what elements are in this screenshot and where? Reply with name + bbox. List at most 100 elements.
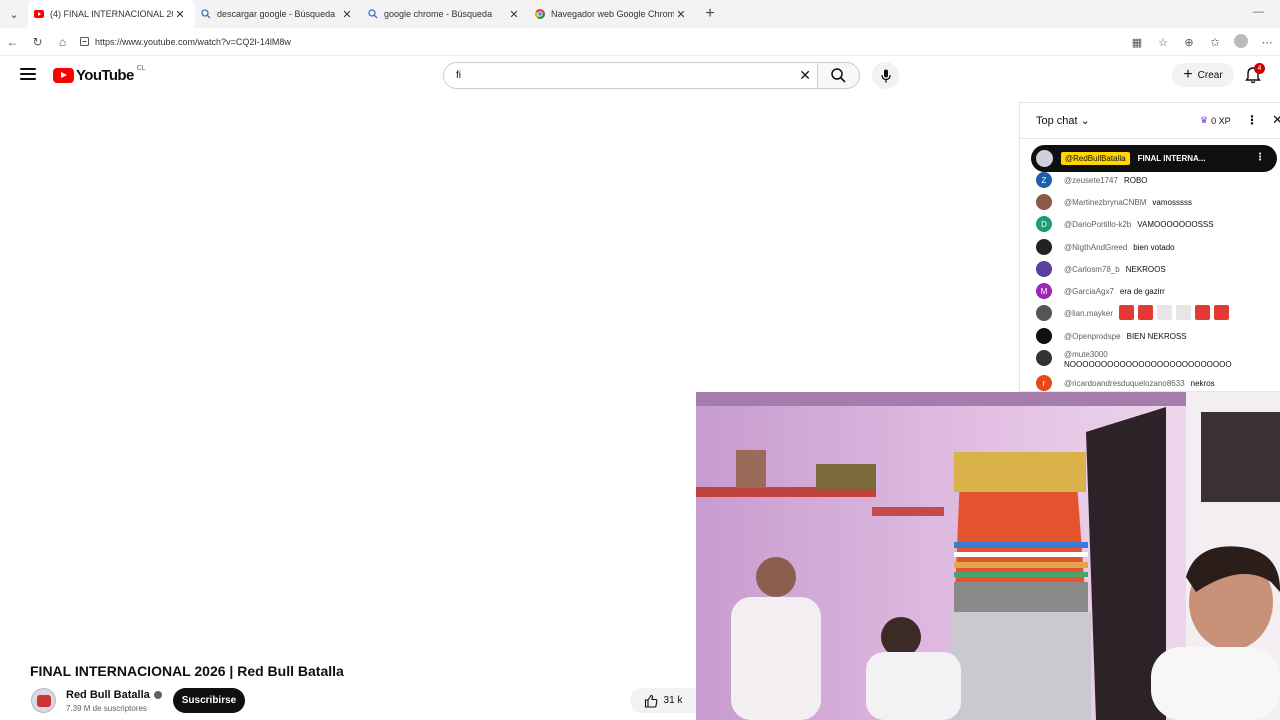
subscribe-button[interactable]: Suscribirse [173,688,245,713]
notifications-button[interactable]: 4 [1244,63,1265,86]
crown-icon: ♛ [1200,115,1209,125]
webcam-image [696,392,1280,720]
chevron-down-icon: ⌄ [1080,115,1090,127]
avatar [1036,305,1052,321]
channel-name-link[interactable]: Red Bull Batalla [66,689,162,701]
tab-title: (4) FINAL INTERNACIONAL 2026 | Red Bull … [50,9,173,19]
chat-text: vamosssss [1152,198,1192,207]
emoji-icon [1176,305,1192,320]
browser-toolbar-right: ▦ ☆ ⊕ ✩ ⋯ [1124,28,1280,56]
chat-more-icon[interactable]: ⋮ [1246,113,1258,127]
chat-message: @MartinezbrynaCNBM vamosssss [1036,194,1276,210]
chat-text: ROBO [1123,176,1148,185]
browser-tabstrip: ⌄ (4) FINAL INTERNACIONAL 2026 | Red Bul… [0,0,1280,28]
chat-mode-dropdown[interactable]: Top chat ⌄ [1036,114,1090,127]
profile-icon[interactable] [1228,33,1254,51]
chat-text: bien votado [1133,243,1175,252]
notification-badge: 4 [1254,63,1265,74]
close-tab-icon[interactable]: ✕ [173,8,187,21]
favorites-icon[interactable]: ✩ [1202,36,1228,49]
apps-icon[interactable]: ▦ [1124,36,1150,49]
avatar: M [1036,283,1052,299]
chat-text: NEKROOS [1125,265,1166,274]
extensions-icon[interactable]: ⊕ [1176,36,1202,49]
star-icon[interactable]: ☆ [1150,36,1176,49]
webcam-overlay [696,392,1280,720]
search-query: fi [456,70,461,81]
close-chat-icon[interactable]: ✕ [1272,112,1280,128]
avatar [1036,239,1052,255]
close-tab-icon[interactable]: ✕ [507,8,521,21]
voice-search-button[interactable] [872,62,899,89]
chrome-icon [535,9,545,19]
address-bar[interactable]: https://www.youtube.com/watch?v=CQ2I-14l… [80,32,1140,52]
create-label: Crear [1197,69,1223,81]
browser-tab-chrome[interactable]: Navegador web Google Chrome: l ✕ [529,0,696,28]
close-tab-icon[interactable]: ✕ [340,8,354,21]
youtube-logo[interactable]: YouTube CL [53,65,146,84]
search-icon [201,9,211,19]
avatar: Z [1036,172,1052,188]
more-menu-icon[interactable]: ⋯ [1254,36,1280,49]
search-icon [831,68,846,83]
tab-list-chevron-icon[interactable]: ⌄ [0,0,28,28]
chat-text: BIEN NEKROSS [1126,332,1187,341]
avatar [1036,194,1052,210]
channel-name: Red Bull Batalla [66,689,150,701]
new-tab-plus-icon[interactable]: + [696,5,724,23]
xp-label: 0 XP [1211,115,1231,126]
logo-text: YouTube [76,67,134,84]
chat-author: @zeusete1747 [1064,176,1118,185]
avatar [1036,328,1052,344]
emoji-icon [1195,305,1211,320]
youtube-icon [34,9,44,19]
site-info-icon[interactable] [80,36,89,48]
chat-message: D @DarioPortillo-k2b VAMOOOOOOOSSS [1036,216,1276,232]
chat-emojis [1119,305,1233,320]
chat-author: @lian.mayker [1064,309,1114,318]
video-title: FINAL INTERNACIONAL 2026 | Red Bull Bata… [30,663,344,679]
home-icon[interactable]: ⌂ [50,28,75,56]
chat-author: @ricardoandresduquelozano8633 [1064,379,1185,388]
xp-badge[interactable]: ♛ 0 XP [1200,115,1231,126]
emoji-icon [1138,305,1154,320]
url-text: https://www.youtube.com/watch?v=CQ2I-14l… [95,37,291,47]
create-button[interactable]: + Crear [1172,63,1234,87]
chat-author: @MartinezbrynaCNBM [1064,198,1147,207]
reload-icon[interactable]: ↻ [25,28,50,56]
plus-icon: + [1183,66,1193,83]
browser-tab-youtube[interactable]: (4) FINAL INTERNACIONAL 2026 | Red Bull … [28,0,195,28]
chat-header: Top chat ⌄ ♛0 XP ⋮ ✕ [1020,103,1280,139]
like-button[interactable]: 31 k [630,688,696,713]
country-code: CL [136,65,146,72]
pinned-more-icon[interactable]: ⋮ [1255,152,1265,163]
emoji-icon [1119,305,1135,320]
search-input[interactable]: fi ✕ [443,62,818,89]
chat-author: @Openprodspe [1064,332,1121,341]
chat-author: @mute3000 [1064,350,1108,359]
chat-message: @Openprodspe BIEN NEKROSS [1036,328,1276,344]
thumbs-up-icon [644,694,657,708]
pinned-author: @RedBullBatalla [1061,152,1130,165]
tab-title: google chrome - Búsqueda [384,9,493,19]
minimize-icon[interactable]: — [1253,6,1264,18]
chat-author: @NigthAndGreed [1064,243,1128,252]
youtube-play-icon [53,68,74,83]
chat-message: @Carlosm78_b NEKROOS [1036,261,1276,277]
clear-search-icon[interactable]: ✕ [799,67,811,84]
pinned-message[interactable]: @RedBullBatalla FINAL INTERNA... ⋮ [1031,145,1277,172]
browser-navbar: ← ↻ ⌂ https://www.youtube.com/watch?v=CQ… [0,28,1280,56]
avatar: r [1036,375,1052,391]
browser-tab-search-chrome[interactable]: google chrome - Búsqueda ✕ [362,0,529,28]
browser-tab-search-descargar[interactable]: descargar google - Búsqueda ✕ [195,0,362,28]
avatar [1036,261,1052,277]
emoji-icon [1157,305,1173,320]
close-tab-icon[interactable]: ✕ [674,8,688,21]
avatar [1036,150,1053,167]
chat-author: @Carlosm78_b [1064,265,1120,274]
back-arrow-icon[interactable]: ← [0,28,25,56]
channel-avatar[interactable] [31,688,56,713]
search-button[interactable] [818,62,860,89]
subscriber-count: 7.39 M de suscriptores [66,704,147,713]
menu-icon[interactable] [20,68,36,80]
